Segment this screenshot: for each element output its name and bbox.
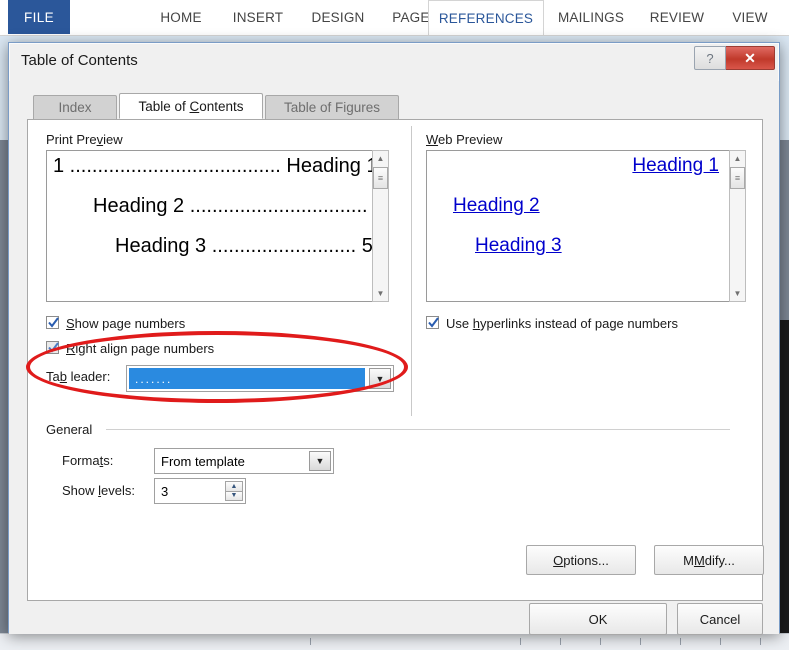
right-align-page-numbers-checkbox[interactable]	[46, 341, 59, 354]
use-hyperlinks-checkbox[interactable]	[426, 316, 439, 329]
print-preview-scrollbar[interactable]: ▲ ≡ ▼	[372, 150, 389, 302]
tab-table-of-figures[interactable]: Table of Figures	[265, 95, 399, 119]
chevron-down-icon[interactable]: ▼	[309, 451, 331, 471]
show-levels-stepper: ▲ ▼	[225, 481, 243, 501]
formats-value[interactable]: From template	[155, 449, 307, 473]
ribbon-tab-strip: FILE HOME INSERT DESIGN PAGE LAYOUT REFE…	[0, 0, 789, 36]
scroll-down-icon[interactable]: ▼	[373, 286, 388, 301]
tab-index[interactable]: Index	[33, 95, 117, 119]
formats-combobox[interactable]: From template ▼	[154, 448, 334, 474]
web-preview-label: Web Preview	[426, 132, 503, 147]
general-group-label: General	[46, 422, 99, 437]
print-preview-label: Print Preview	[46, 132, 123, 147]
right-align-page-numbers-label[interactable]: Right align page numbers	[66, 341, 214, 356]
use-hyperlinks-label[interactable]: Use hyperlinks instead of page numbers	[446, 316, 678, 331]
stepper-down-icon[interactable]: ▼	[225, 491, 243, 501]
stepper-up-icon[interactable]: ▲	[225, 481, 243, 492]
scroll-thumb[interactable]: ≡	[373, 167, 388, 189]
web-preview-scrollbar[interactable]: ▲ ≡ ▼	[729, 150, 746, 302]
print-preview-line-1: 1 ......................................…	[53, 155, 378, 177]
print-preview-box: 1 ......................................…	[46, 150, 389, 302]
close-icon[interactable]: ✕	[726, 46, 775, 70]
screen: FILE HOME INSERT DESIGN PAGE LAYOUT REFE…	[0, 0, 789, 650]
ribbon-tab-insert[interactable]: INSERT	[224, 0, 292, 34]
dialog-tab-strip: Index Table of Contents Table of Figures	[27, 93, 763, 119]
cancel-button[interactable]: Cancel	[677, 603, 763, 635]
ok-button[interactable]: OK	[529, 603, 667, 635]
scroll-thumb[interactable]: ≡	[730, 167, 745, 189]
ribbon-tab-design[interactable]: DESIGN	[302, 0, 374, 34]
show-page-numbers-checkbox[interactable]	[46, 316, 59, 329]
tab-panel-table-of-contents: Print Preview 1 ........................…	[27, 119, 764, 601]
tab-accel-c: C	[189, 98, 200, 114]
general-group-divider	[106, 429, 730, 430]
ribbon-tab-mailings[interactable]: MAILINGS	[550, 0, 632, 34]
tab-table-of-contents[interactable]: Table of Contents	[119, 93, 263, 119]
web-preview-line-3: Heading 3	[475, 235, 562, 256]
chevron-down-icon[interactable]: ▼	[369, 368, 391, 389]
ribbon-tab-review[interactable]: REVIEW	[640, 0, 714, 34]
title-bar-buttons: ? ✕	[694, 46, 775, 70]
check-icon	[48, 342, 59, 353]
panes-divider	[411, 126, 412, 416]
table-of-contents-dialog: Table of Contents ? ✕ Index Table of Con…	[8, 42, 780, 635]
show-page-numbers-label[interactable]: Show page numbers	[66, 316, 185, 331]
scroll-down-icon[interactable]: ▼	[730, 286, 745, 301]
tab-leader-value[interactable]: .......	[129, 368, 365, 389]
tab-leader-label: Tab leader:	[46, 369, 111, 384]
ribbon-tab-home[interactable]: HOME	[148, 0, 214, 34]
horizontal-ruler	[0, 633, 789, 650]
show-levels-spinner[interactable]: 3 ▲ ▼	[154, 478, 246, 504]
ribbon-tab-file[interactable]: FILE	[8, 0, 70, 34]
formats-label: Formats:	[62, 453, 114, 468]
help-icon[interactable]: ?	[694, 46, 726, 70]
print-preview-line-3: Heading 3 .......................... 5	[115, 235, 373, 257]
dialog-title: Table of Contents	[21, 52, 138, 69]
web-preview-line-2: Heading 2	[453, 195, 540, 216]
scroll-up-icon[interactable]: ▲	[373, 151, 388, 166]
dialog-title-bar[interactable]: Table of Contents ? ✕	[9, 43, 779, 81]
scroll-up-icon[interactable]: ▲	[730, 151, 745, 166]
check-icon	[48, 317, 59, 328]
modify-button[interactable]: M Mdify...	[654, 545, 764, 575]
web-preview-box: Heading 1 Heading 2 Heading 3	[426, 150, 730, 302]
dialog-body: Index Table of Contents Table of Figures…	[9, 81, 779, 635]
web-preview-line-1: Heading 1	[632, 155, 719, 176]
options-button[interactable]: Options...	[526, 545, 636, 575]
tab-leader-combobox[interactable]: ....... ▼	[126, 365, 394, 392]
print-preview-line-2: Heading 2 ..............................…	[93, 195, 385, 217]
show-levels-value[interactable]: 3	[155, 479, 223, 503]
check-icon	[428, 317, 439, 328]
show-levels-label: Show levels:	[62, 483, 135, 498]
ribbon-tab-view[interactable]: VIEW	[722, 0, 778, 34]
tab-table-of-contents-label: Table of	[138, 98, 190, 114]
ribbon-tab-references[interactable]: REFERENCES	[428, 0, 544, 36]
